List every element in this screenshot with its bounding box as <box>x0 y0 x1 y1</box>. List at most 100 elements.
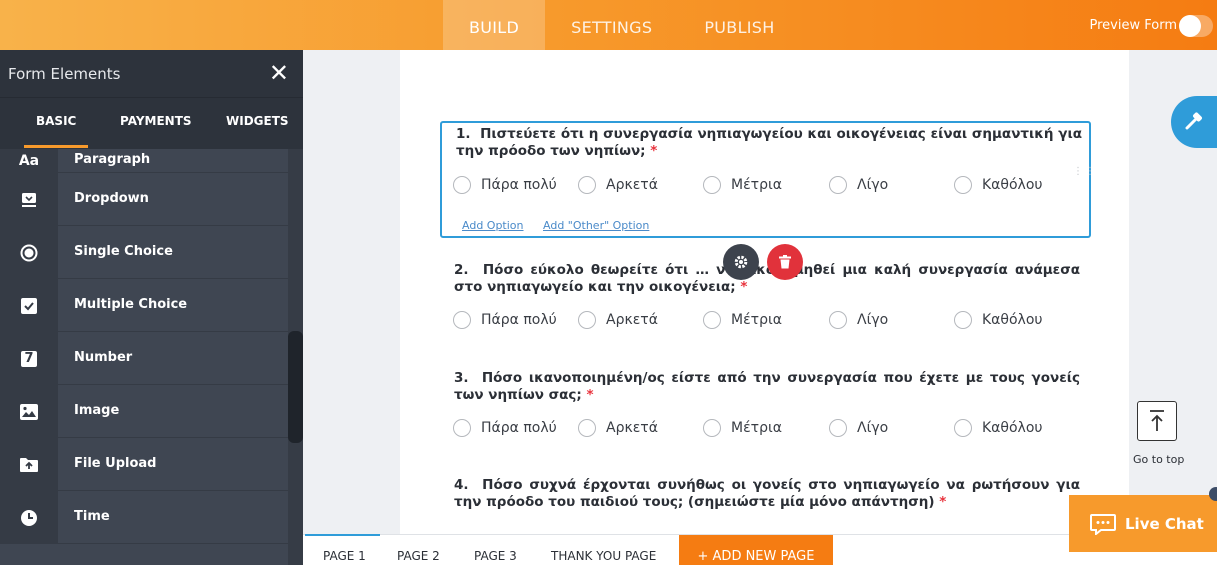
number-icon: 7 <box>0 332 58 385</box>
clock-icon <box>0 491 58 544</box>
radio-button[interactable] <box>703 176 721 194</box>
go-to-top-label: Go to top <box>1133 453 1185 466</box>
required-marker: * <box>939 494 947 510</box>
question-settings-button[interactable] <box>723 244 759 280</box>
form-designer-button[interactable] <box>1171 96 1217 148</box>
option-5[interactable]: Καθόλου <box>954 176 1043 194</box>
page-tab-2[interactable]: PAGE 2 <box>397 549 440 563</box>
page-tab-1[interactable]: PAGE 1 <box>305 534 380 563</box>
question-text: 1. Πιστεύετε ότι η συνεργασία νηπιαγωγεί… <box>456 126 1082 159</box>
radio-button[interactable] <box>954 176 972 194</box>
radio-button[interactable] <box>453 176 471 194</box>
radio-button[interactable] <box>954 419 972 437</box>
element-label: Time <box>74 509 110 524</box>
scrollbar-thumb[interactable] <box>288 331 303 443</box>
option-4[interactable]: Λίγο <box>829 419 888 437</box>
radio-button[interactable] <box>453 311 471 329</box>
radio-button[interactable] <box>703 311 721 329</box>
tab-build[interactable]: BUILD <box>443 0 546 50</box>
radio-button[interactable] <box>578 176 596 194</box>
element-label: Multiple Choice <box>74 297 188 312</box>
paint-roller-icon <box>1185 112 1202 130</box>
question-1[interactable]: 1. Πιστεύετε ότι η συνεργασία νηπιαγωγεί… <box>440 121 1095 238</box>
form-elements-panel: Form Elements ✕ BASIC PAYMENTS WIDGETS A… <box>0 50 303 565</box>
upload-icon <box>0 438 58 491</box>
tab-publish[interactable]: PUBLISH <box>678 0 800 50</box>
tab-widgets[interactable]: WIDGETS <box>226 114 289 128</box>
add-other-option-link[interactable]: Add "Other" Option <box>543 219 649 232</box>
option-2[interactable]: Αρκετά <box>578 311 658 329</box>
chat-notification-dot <box>1209 487 1217 501</box>
add-new-page-button[interactable]: + ADD NEW PAGE <box>679 535 833 565</box>
option-1[interactable]: Πάρα πολύ <box>453 176 557 194</box>
radio-button[interactable] <box>829 419 847 437</box>
live-chat-button[interactable]: Live Chat <box>1069 495 1217 552</box>
page-tab-3[interactable]: PAGE 3 <box>474 549 517 563</box>
radio-button[interactable] <box>954 311 972 329</box>
element-file-upload[interactable]: File Upload <box>0 438 289 491</box>
radio-button[interactable] <box>829 176 847 194</box>
tab-basic[interactable]: BASIC <box>23 114 89 148</box>
element-label: Dropdown <box>74 191 149 206</box>
element-single-choice[interactable]: Single Choice <box>0 226 289 279</box>
panel-title: Form Elements <box>8 65 121 83</box>
question-3[interactable]: 3. Πόσο ικανοποιημένη/ος είστε από την σ… <box>440 368 1091 448</box>
radio-button[interactable] <box>829 311 847 329</box>
option-2[interactable]: Αρκετά <box>578 419 658 437</box>
question-text: 4. Πόσο συχνά έρχονται συνήθως οι γονείς… <box>454 477 1080 510</box>
option-1[interactable]: Πάρα πολύ <box>453 419 557 437</box>
preview-form-toggle[interactable] <box>1179 15 1213 37</box>
required-marker: * <box>586 387 594 403</box>
element-dropdown[interactable]: Dropdown <box>0 173 289 226</box>
sidebar-scrollbar[interactable] <box>288 149 303 565</box>
option-1[interactable]: Πάρα πολύ <box>453 311 557 329</box>
toggle-knob <box>1179 15 1201 37</box>
option-3[interactable]: Μέτρια <box>703 311 782 329</box>
tab-settings[interactable]: SETTINGS <box>545 0 678 50</box>
chat-bubble-icon <box>1090 513 1116 535</box>
element-label: File Upload <box>74 456 157 471</box>
radio-icon <box>0 226 58 279</box>
tab-payments[interactable]: PAYMENTS <box>120 114 192 128</box>
panel-header: Form Elements ✕ <box>0 50 303 97</box>
option-3[interactable]: Μέτρια <box>703 176 782 194</box>
drag-handle-icon[interactable]: ⋮⋮ <box>1073 167 1095 189</box>
preview-form-label: Preview Form <box>1089 18 1177 33</box>
builder-tabs: BUILD SETTINGS PUBLISH <box>443 0 801 50</box>
option-2[interactable]: Αρκετά <box>578 176 658 194</box>
required-marker: * <box>650 143 658 159</box>
required-marker: * <box>740 279 748 295</box>
element-number[interactable]: 7 Number <box>0 332 289 385</box>
trash-icon <box>779 255 791 269</box>
delete-question-button[interactable] <box>767 244 803 280</box>
live-chat-label: Live Chat <box>1125 514 1204 533</box>
option-5[interactable]: Καθόλου <box>954 419 1043 437</box>
question-text: 3. Πόσο ικανοποιημένη/ος είστε από την σ… <box>454 370 1080 403</box>
option-4[interactable]: Λίγο <box>829 311 888 329</box>
close-icon[interactable]: ✕ <box>269 59 289 87</box>
element-label: Single Choice <box>74 244 173 259</box>
image-icon <box>0 385 58 438</box>
radio-button[interactable] <box>703 419 721 437</box>
go-to-top-button[interactable] <box>1137 401 1177 441</box>
element-label: Image <box>74 403 120 418</box>
checkbox-icon <box>0 279 58 332</box>
panel-tabs: BASIC PAYMENTS WIDGETS <box>0 97 303 149</box>
radio-button[interactable] <box>578 311 596 329</box>
gear-icon <box>734 255 748 269</box>
page-tab-thank-you[interactable]: THANK YOU PAGE <box>551 549 656 563</box>
option-5[interactable]: Καθόλου <box>954 311 1043 329</box>
option-3[interactable]: Μέτρια <box>703 419 782 437</box>
arrow-up-icon <box>1150 410 1164 431</box>
question-4[interactable]: 4. Πόσο συχνά έρχονται συνήθως οι γονείς… <box>440 475 1091 533</box>
element-time[interactable]: Time <box>0 491 289 544</box>
paragraph-icon: Aa <box>0 149 58 173</box>
radio-button[interactable] <box>453 419 471 437</box>
option-4[interactable]: Λίγο <box>829 176 888 194</box>
add-option-link[interactable]: Add Option <box>462 219 524 232</box>
element-multiple-choice[interactable]: Multiple Choice <box>0 279 289 332</box>
question-2[interactable]: 2. Πόσο εύκολο θεωρείτε ότι … να οικοδομ… <box>440 260 1091 340</box>
radio-button[interactable] <box>578 419 596 437</box>
element-paragraph[interactable]: Aa Paragraph <box>0 149 289 173</box>
element-image[interactable]: Image <box>0 385 289 438</box>
